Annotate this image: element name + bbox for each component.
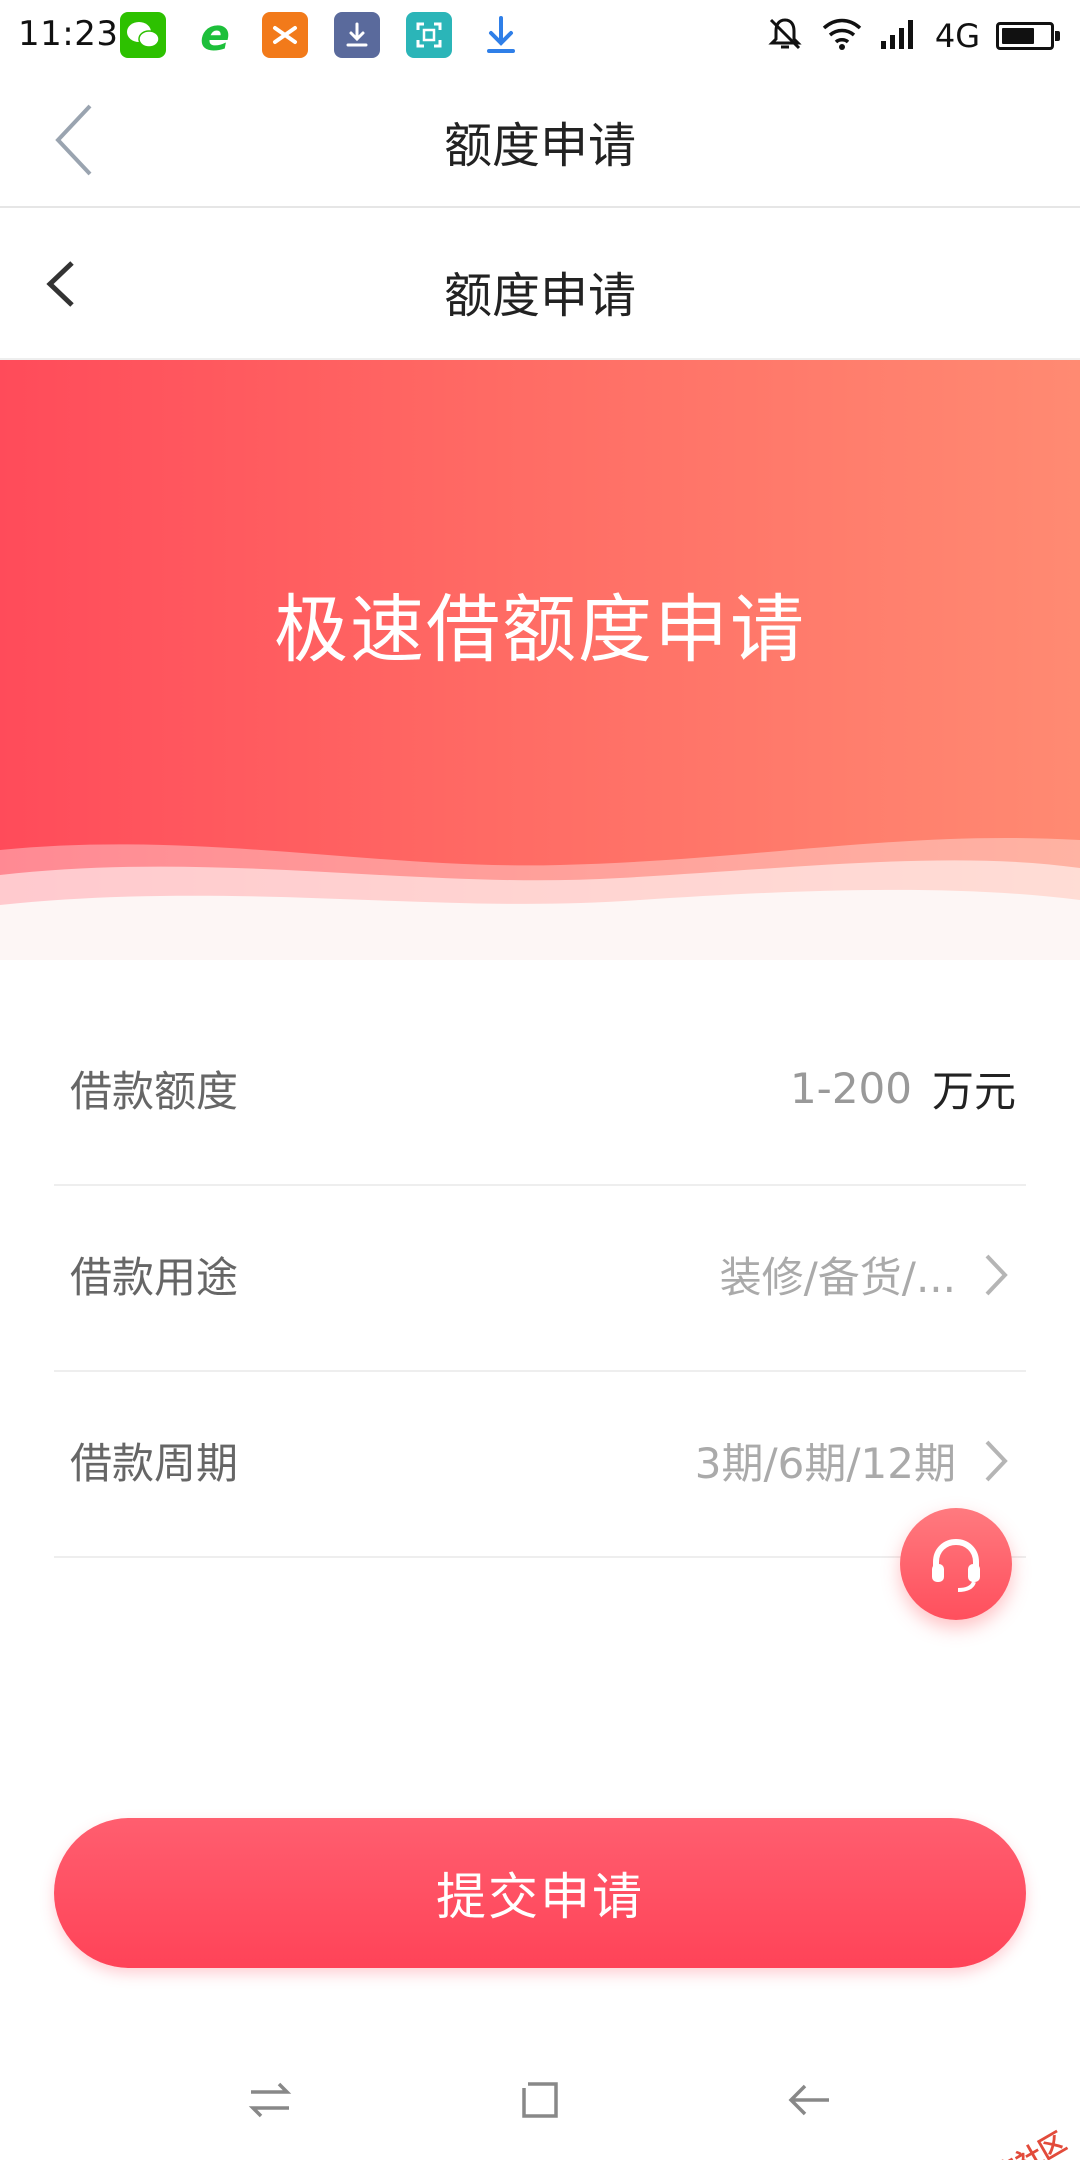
inner-nav-bar: 额度申请: [0, 210, 1080, 360]
amount-unit: 万元: [931, 1067, 1016, 1116]
banner-title: 极速借额度申请: [274, 587, 806, 673]
purpose-value-group[interactable]: 装修/备货/...: [720, 1244, 1016, 1305]
wechat-icon: [120, 12, 166, 58]
arrow-left-icon: [788, 2084, 829, 2116]
period-value: 3期/6期/12期: [694, 1439, 956, 1488]
headset-icon: [932, 1538, 980, 1592]
home-button[interactable]: [500, 2060, 580, 2140]
outer-nav-bar: 额度申请: [0, 72, 1080, 208]
download-arrow-icon: [478, 12, 524, 58]
switch-app-button[interactable]: [230, 2060, 310, 2140]
signal-icon: [879, 17, 919, 55]
battery-icon: [996, 22, 1060, 50]
chevron-right-icon: [976, 1435, 1016, 1487]
inner-page-title: 额度申请: [443, 268, 636, 324]
network-type: 4G: [934, 17, 980, 55]
hero-banner: 极速借额度申请: [0, 360, 1080, 960]
form-row-amount: 借款额度 1-200 万元: [54, 1000, 1026, 1186]
square-icon: [522, 2082, 558, 2118]
status-indicators: 4G: [765, 10, 1060, 62]
customer-service-button[interactable]: [900, 1508, 1012, 1620]
mute-icon: [765, 14, 805, 58]
status-time: 11:23: [18, 14, 119, 54]
download-app-icon: [334, 12, 380, 58]
chevron-right-icon: [976, 1249, 1016, 1301]
amount-value: 1-200: [789, 1064, 912, 1113]
amount-label: 借款额度: [70, 1067, 239, 1116]
period-label: 借款周期: [70, 1439, 239, 1488]
browser-icon: e: [200, 9, 230, 61]
battery-level: [1002, 28, 1035, 44]
wifi-icon: [821, 16, 863, 56]
form-row-period[interactable]: 借款周期 3期/6期/12期: [54, 1372, 1026, 1558]
purpose-value: 装修/备货/...: [719, 1253, 956, 1302]
period-value-group[interactable]: 3期/6期/12期: [695, 1430, 1016, 1491]
submit-button[interactable]: 提交申请: [54, 1818, 1026, 1968]
loan-form: 借款额度 1-200 万元 借款用途 装修/备货/... 借款周期 3期/6期/…: [54, 1000, 1026, 1558]
system-nav-bar: 卡农社区: [0, 2040, 1080, 2160]
scanner-icon: [406, 12, 452, 58]
status-bar: 11:23 e 4G: [0, 0, 1080, 72]
wave-decoration: [0, 837, 1080, 960]
watermark: 卡农社区: [963, 2122, 1072, 2160]
outer-page-title: 额度申请: [443, 118, 636, 174]
form-row-purpose[interactable]: 借款用途 装修/备货/...: [54, 1186, 1026, 1372]
purpose-label: 借款用途: [70, 1253, 239, 1302]
swap-icon: [248, 2082, 292, 2118]
system-back-button[interactable]: [770, 2060, 850, 2140]
app-orange-icon: [262, 12, 308, 58]
amount-value-group: 1-200 万元: [790, 1058, 1016, 1119]
